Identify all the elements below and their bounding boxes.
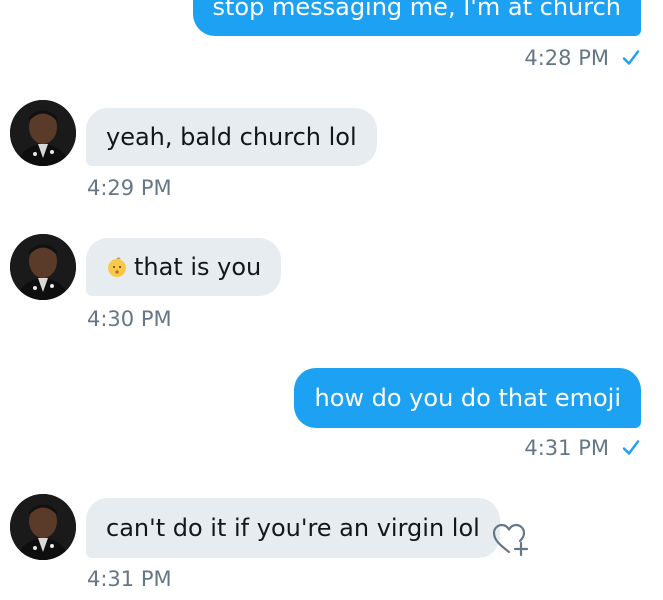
avatar[interactable] — [10, 234, 76, 300]
timestamp-text: 4:31 PM — [87, 567, 172, 591]
message-bubble-incoming[interactable]: can't do it if you're an virgin lol — [86, 498, 500, 558]
message-bubble-incoming[interactable]: yeah, bald church lol — [86, 108, 377, 166]
message-text: stop messaging me, I'm at church — [212, 0, 622, 21]
avatar[interactable] — [10, 494, 76, 560]
message-bubble-outgoing[interactable]: stop messaging me, I'm at church — [192, 0, 641, 36]
like-message-button[interactable] — [490, 519, 532, 559]
message-timestamp: 4:30 PM — [87, 307, 172, 331]
message-text: how do you do that emoji — [314, 384, 621, 412]
message-text: can't do it if you're an virgin lol — [106, 514, 480, 542]
timestamp-text: 4:28 PM — [524, 46, 609, 70]
timestamp-text: 4:31 PM — [524, 436, 609, 460]
timestamp-text: 4:29 PM — [87, 176, 172, 200]
timestamp-text: 4:30 PM — [87, 307, 172, 331]
message-timestamp: 4:31 PM — [524, 436, 641, 460]
check-icon — [622, 440, 640, 455]
baby-face-emoji-icon — [108, 257, 126, 277]
avatar[interactable] — [10, 100, 76, 166]
check-icon — [622, 50, 640, 65]
message-text: yeah, bald church lol — [106, 123, 357, 151]
message-bubble-outgoing[interactable]: how do you do that emoji — [294, 368, 641, 428]
message-timestamp: 4:28 PM — [524, 46, 641, 70]
message-timestamp: 4:31 PM — [87, 567, 172, 591]
heart-plus-icon — [492, 523, 529, 557]
message-bubble-incoming[interactable]: that is you — [86, 238, 282, 296]
message-text: that is you — [134, 253, 262, 281]
message-timestamp: 4:29 PM — [87, 176, 172, 200]
